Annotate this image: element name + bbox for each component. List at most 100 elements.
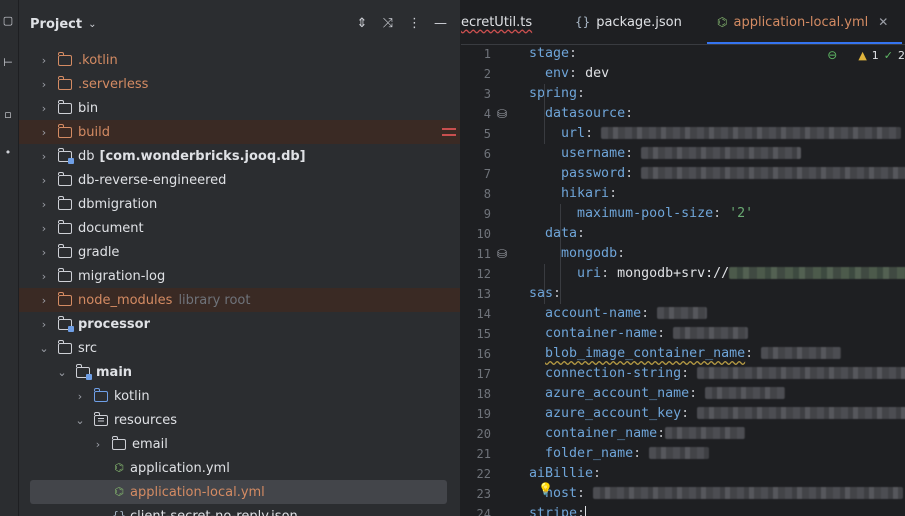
- code-line[interactable]: url:: [529, 124, 902, 144]
- code-line[interactable]: spring:: [529, 84, 585, 104]
- tree-item-label: src: [78, 340, 97, 356]
- collapse-all-icon[interactable]: ⤨: [382, 16, 394, 32]
- code-line[interactable]: env: dev: [529, 64, 609, 84]
- code-line[interactable]: aiBillie:: [529, 464, 601, 484]
- project-panel-actions: ⇕ ⤨ ⋮ —: [356, 16, 447, 32]
- code-line[interactable]: account-name:: [529, 304, 708, 324]
- options-icon[interactable]: ⋮: [408, 16, 421, 32]
- tree-item[interactable]: › migration-log: [19, 264, 460, 288]
- expand-all-icon[interactable]: ⇕: [356, 16, 368, 32]
- tab-secretutil[interactable]: ecretUtil.ts: [461, 0, 532, 44]
- tab-package-json[interactable]: {} package.json: [575, 0, 682, 44]
- code-line[interactable]: hikari:: [529, 184, 617, 204]
- code-line[interactable]: connection-string:: [529, 364, 905, 384]
- tree-item[interactable]: › .kotlin: [19, 48, 460, 72]
- chevron-right-icon[interactable]: ›: [36, 102, 52, 115]
- json-file-icon: {}: [112, 509, 126, 516]
- database-icon[interactable]: ⛁: [497, 247, 511, 261]
- code-token: :: [609, 186, 618, 201]
- code-token: :: [681, 366, 698, 381]
- tree-item[interactable]: › .serverless: [19, 72, 460, 96]
- text-cursor: [585, 505, 587, 516]
- code-line[interactable]: password:: [529, 164, 905, 184]
- tree-item[interactable]: › processor: [19, 312, 460, 336]
- yaml-key: url: [561, 126, 586, 141]
- chevron-right-icon[interactable]: ›: [36, 318, 52, 331]
- code-line[interactable]: stripe:: [529, 504, 587, 516]
- tree-item[interactable]: › gradle: [19, 240, 460, 264]
- chevron-right-icon[interactable]: ›: [90, 438, 106, 451]
- chevron-down-icon[interactable]: ⌄: [88, 19, 96, 30]
- folder-icon: [57, 291, 72, 306]
- tree-item[interactable]: ⌄ resources: [19, 408, 460, 432]
- code-line[interactable]: stage:: [529, 44, 577, 64]
- chevron-right-icon[interactable]: ›: [36, 294, 52, 307]
- tree-item[interactable]: › db [com.wonderbricks.jooq.db]: [19, 144, 460, 168]
- chevron-right-icon[interactable]: ›: [36, 198, 52, 211]
- chevron-right-icon[interactable]: ›: [36, 246, 52, 259]
- tree-item[interactable]: › email: [19, 432, 460, 456]
- tree-item[interactable]: ⌬ application.yml: [19, 456, 460, 480]
- chevron-down-icon[interactable]: ⌄: [72, 414, 88, 427]
- code-line[interactable]: host:: [529, 484, 904, 504]
- code-line[interactable]: uri: mongodb+srv://: [529, 264, 905, 284]
- code-line[interactable]: container-name:: [529, 324, 749, 344]
- chevron-right-icon[interactable]: ›: [36, 54, 52, 67]
- tree-item[interactable]: ⌬ application-local.yml: [19, 480, 460, 504]
- code-line[interactable]: username:: [529, 144, 802, 164]
- tree-item[interactable]: › dbmigration: [19, 192, 460, 216]
- code-line[interactable]: maximum-pool-size: '2': [529, 204, 753, 224]
- code-line[interactable]: sas:: [529, 284, 561, 304]
- database-icon[interactable]: ⛁: [497, 107, 511, 121]
- code-line[interactable]: azure_account_key:: [529, 404, 905, 424]
- project-panel-title[interactable]: Project: [30, 17, 82, 32]
- code-line[interactable]: container_name:: [529, 424, 746, 444]
- tree-item[interactable]: {} client-secret-no-reply.json: [19, 504, 460, 516]
- commit-tool-icon[interactable]: ⊢: [1, 56, 15, 70]
- lightbulb-icon[interactable]: 💡: [538, 482, 553, 496]
- tree-item[interactable]: › node_modules library root: [19, 288, 460, 312]
- redacted-value: [697, 407, 905, 419]
- tree-item-label: .serverless: [78, 76, 149, 92]
- chevron-down-icon[interactable]: ⌄: [36, 342, 52, 355]
- code-line[interactable]: data:: [529, 224, 585, 244]
- code-line[interactable]: blob_image_container_name:: [529, 344, 842, 364]
- chevron-right-icon[interactable]: ›: [36, 126, 52, 139]
- chevron-down-icon[interactable]: ⌄: [54, 366, 70, 379]
- tree-item[interactable]: › document: [19, 216, 460, 240]
- chevron-right-icon[interactable]: ›: [36, 78, 52, 91]
- tree-item-label: migration-log: [78, 268, 166, 284]
- redacted-value: [641, 167, 905, 179]
- chevron-right-icon[interactable]: ›: [36, 174, 52, 187]
- chevron-right-icon[interactable]: ›: [36, 270, 52, 283]
- chevron-right-icon[interactable]: ›: [36, 150, 52, 163]
- code-line[interactable]: folder_name:: [529, 444, 710, 464]
- code-token: :: [601, 266, 618, 281]
- chevron-right-icon[interactable]: ›: [36, 222, 52, 235]
- tree-item[interactable]: ⌄ src: [19, 336, 460, 360]
- hide-icon[interactable]: —: [434, 16, 447, 32]
- tree-item[interactable]: › bin: [19, 96, 460, 120]
- tab-application-local-yml[interactable]: ⌬ application-local.yml ✕: [706, 0, 903, 44]
- code-line[interactable]: azure_account_name:: [529, 384, 786, 404]
- folder-icon: [57, 219, 72, 234]
- tree-item[interactable]: › kotlin: [19, 384, 460, 408]
- code-line[interactable]: mongodb:: [529, 244, 625, 264]
- yaml-key: password: [561, 166, 626, 181]
- chevron-right-icon[interactable]: ›: [72, 390, 88, 403]
- project-tool-icon[interactable]: ▢: [1, 14, 15, 28]
- tree-item[interactable]: › db-reverse-engineered: [19, 168, 460, 192]
- code-token: :: [641, 306, 658, 321]
- tree-item[interactable]: › build: [19, 120, 460, 144]
- inspection-widget[interactable]: ⊖ ▲ 1 ✓ 2: [827, 48, 905, 62]
- tree-item-label: kotlin: [114, 388, 150, 404]
- close-icon[interactable]: ✕: [878, 15, 888, 29]
- tree-item[interactable]: ⌄ main: [19, 360, 460, 384]
- folder-icon: [93, 387, 108, 402]
- structure-tool-icon[interactable]: ▫: [1, 108, 15, 122]
- more-tools-icon[interactable]: •: [1, 146, 15, 160]
